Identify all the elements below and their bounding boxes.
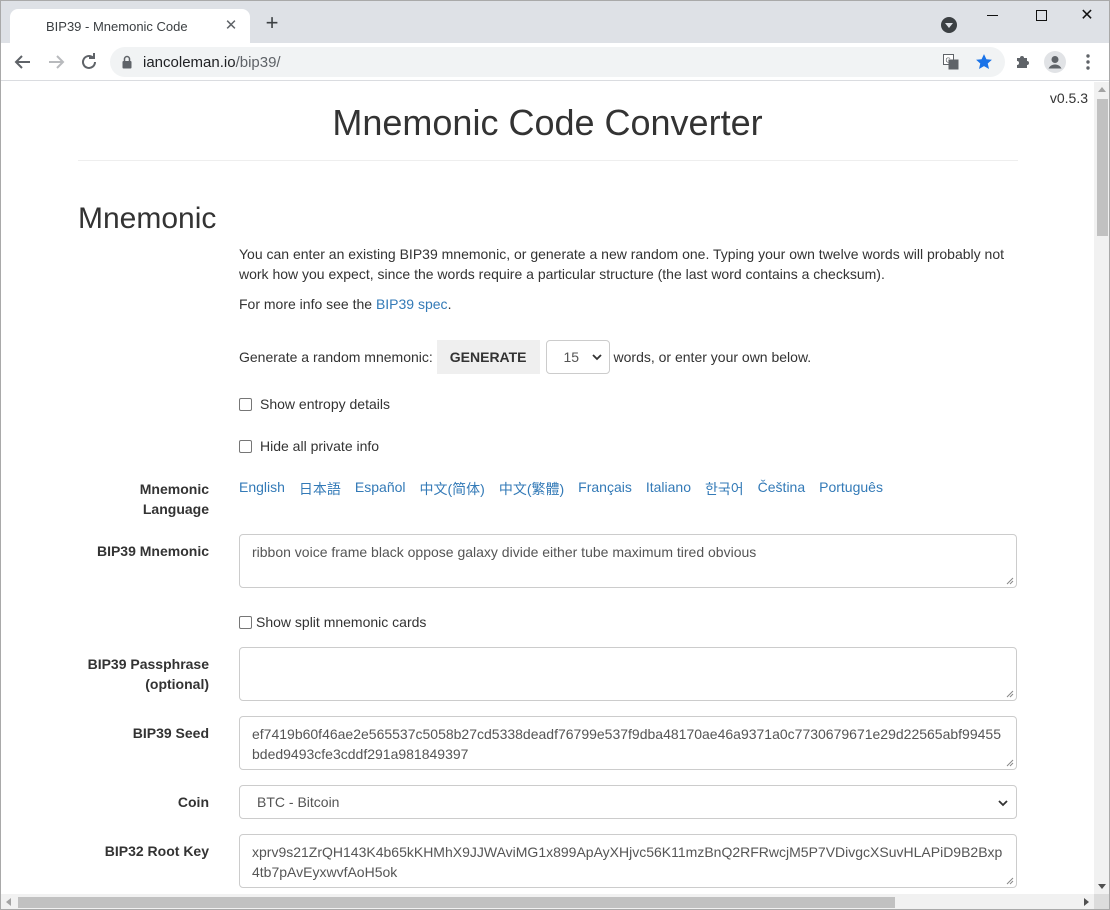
bip39-mnemonic-value: ribbon voice frame black oppose galaxy d… xyxy=(252,544,757,560)
passphrase-label: BIP39 Passphrase (optional) xyxy=(88,654,209,694)
show-entropy-row[interactable]: Show entropy details xyxy=(239,396,390,412)
profile-avatar-icon[interactable] xyxy=(1044,51,1066,73)
reload-icon[interactable] xyxy=(77,50,101,74)
split-cards-row[interactable]: Show split mnemonic cards xyxy=(239,614,426,630)
scroll-left-arrow-icon[interactable] xyxy=(6,898,11,906)
window-close-icon[interactable]: ✕ xyxy=(1064,5,1109,29)
generate-label: Generate a random mnemonic: xyxy=(239,349,433,365)
mnemonic-language-label-line1: Mnemonic xyxy=(139,481,209,497)
passphrase-textarea[interactable] xyxy=(239,647,1017,701)
bip39-spec-link[interactable]: BIP39 spec xyxy=(376,296,448,312)
title-divider xyxy=(78,160,1018,161)
bookmark-star-icon[interactable] xyxy=(974,52,994,72)
split-cards-checkbox[interactable] xyxy=(239,615,252,629)
word-count-value: 15 xyxy=(563,349,580,365)
root-key-label: BIP32 Root Key xyxy=(104,843,209,859)
bip39-mnemonic-textarea[interactable]: ribbon voice frame black oppose galaxy d… xyxy=(239,534,1017,588)
generate-button[interactable]: GENERATE xyxy=(436,340,540,374)
mnemonic-language-label-line2: Language xyxy=(142,501,209,517)
generate-row: Generate a random mnemonic: GENERATE 15 … xyxy=(239,340,811,374)
chevron-down-icon xyxy=(998,800,1008,807)
language-link-portuguese[interactable]: Português xyxy=(819,479,883,499)
word-count-select[interactable]: 15 xyxy=(545,340,610,374)
lock-icon xyxy=(122,55,132,69)
seed-label: BIP39 Seed xyxy=(132,725,209,741)
forward-arrow-icon[interactable] xyxy=(44,50,68,74)
language-link-chinese-traditional[interactable]: 中文(繁體) xyxy=(499,479,564,499)
section-title: Mnemonic xyxy=(78,202,217,235)
svg-text:G: G xyxy=(946,58,951,65)
kebab-menu-icon[interactable] xyxy=(1079,51,1097,73)
resize-grip-icon[interactable] xyxy=(1005,758,1014,767)
coin-select[interactable]: BTC - Bitcoin xyxy=(239,785,1017,819)
tab-close-icon[interactable]: ✕ xyxy=(222,17,240,35)
hide-private-checkbox[interactable] xyxy=(239,439,252,453)
seed-value: ef7419b60f46ae2e565537c5058b27cd5338dead… xyxy=(252,726,1001,762)
browser-toolbar: iancoleman.io/bip39/ G xyxy=(1,43,1109,81)
bip39-mnemonic-label: BIP39 Mnemonic xyxy=(96,543,209,559)
language-link-italian[interactable]: Italiano xyxy=(646,479,691,499)
seed-textarea[interactable]: ef7419b60f46ae2e565537c5058b27cd5338dead… xyxy=(239,716,1017,770)
horizontal-scroll-thumb[interactable] xyxy=(18,897,895,908)
translate-icon[interactable]: G xyxy=(943,54,959,70)
show-entropy-label: Show entropy details xyxy=(260,396,390,412)
url-path: /bip39/ xyxy=(235,54,281,71)
root-key-value: xprv9s21ZrQH143K4b65kKHMhX9JJWAviMG1x899… xyxy=(252,844,1003,880)
language-link-spanish[interactable]: Español xyxy=(355,479,406,499)
scrollbar-corner xyxy=(1094,894,1109,909)
resize-grip-icon[interactable] xyxy=(1005,576,1014,585)
language-links: English 日本語 Español 中文(简体) 中文(繁體) França… xyxy=(239,479,897,499)
scroll-up-arrow-icon[interactable] xyxy=(1098,87,1106,92)
resize-grip-icon[interactable] xyxy=(1005,689,1014,698)
resize-grip-icon[interactable] xyxy=(1005,876,1014,885)
extensions-puzzle-icon[interactable] xyxy=(1014,53,1032,71)
scroll-right-arrow-icon[interactable] xyxy=(1084,898,1089,906)
back-arrow-icon[interactable] xyxy=(11,50,35,74)
tab-active[interactable]: BIP39 - Mnemonic Code ✕ xyxy=(10,9,250,43)
language-link-czech[interactable]: Čeština xyxy=(758,479,805,499)
language-link-korean[interactable]: 한국어 xyxy=(705,479,744,499)
address-bar[interactable]: iancoleman.io/bip39/ G xyxy=(110,47,1005,77)
more-info-prefix: For more info see the xyxy=(239,296,376,312)
language-link-french[interactable]: Français xyxy=(578,479,632,499)
coin-label: Coin xyxy=(177,794,209,810)
coin-value: BTC - Bitcoin xyxy=(257,794,340,810)
more-info-text: For more info see the BIP39 spec. xyxy=(239,294,1019,314)
chevron-down-icon xyxy=(591,354,602,361)
root-key-textarea[interactable]: xprv9s21ZrQH143K4b65kKHMhX9JJWAviMG1x899… xyxy=(239,834,1017,888)
tab-search-icon[interactable] xyxy=(941,17,957,33)
hide-private-label: Hide all private info xyxy=(260,438,380,454)
vertical-scroll-thumb[interactable] xyxy=(1097,99,1108,236)
passphrase-label-line2: (optional) xyxy=(145,676,209,692)
minimize-icon[interactable] xyxy=(969,5,1015,29)
page-title: Mnemonic Code Converter xyxy=(332,102,763,143)
intro-text: You can enter an existing BIP39 mnemonic… xyxy=(239,246,1004,282)
browser-window: BIP39 - Mnemonic Code ✕ + ✕ iancoleman.i… xyxy=(0,0,1110,910)
passphrase-label-line1: BIP39 Passphrase xyxy=(87,656,209,672)
language-link-chinese-simplified[interactable]: 中文(简体) xyxy=(420,479,485,499)
horizontal-scrollbar[interactable] xyxy=(1,894,1094,909)
show-entropy-checkbox[interactable] xyxy=(239,397,252,411)
vertical-scrollbar[interactable] xyxy=(1094,82,1109,894)
language-link-english[interactable]: English xyxy=(239,479,285,499)
maximize-icon[interactable] xyxy=(1018,5,1064,29)
page-viewport: v0.5.3 Mnemonic Code Converter Mnemonic … xyxy=(1,82,1094,894)
scroll-down-arrow-icon[interactable] xyxy=(1098,884,1106,889)
hide-private-row[interactable]: Hide all private info xyxy=(239,438,379,454)
more-info-suffix: . xyxy=(447,296,452,312)
url-domain: iancoleman.io xyxy=(143,54,236,71)
url-text: iancoleman.io/bip39/ xyxy=(143,54,281,71)
generate-tail-text: words, or enter your own below. xyxy=(613,349,812,365)
tab-strip: BIP39 - Mnemonic Code ✕ + ✕ xyxy=(1,1,1109,43)
language-link-japanese[interactable]: 日本語 xyxy=(299,479,341,499)
new-tab-icon[interactable]: + xyxy=(261,12,283,35)
split-cards-label: Show split mnemonic cards xyxy=(256,614,427,630)
mnemonic-language-label: Mnemonic Language xyxy=(140,479,209,519)
tab-title: BIP39 - Mnemonic Code xyxy=(46,19,188,34)
